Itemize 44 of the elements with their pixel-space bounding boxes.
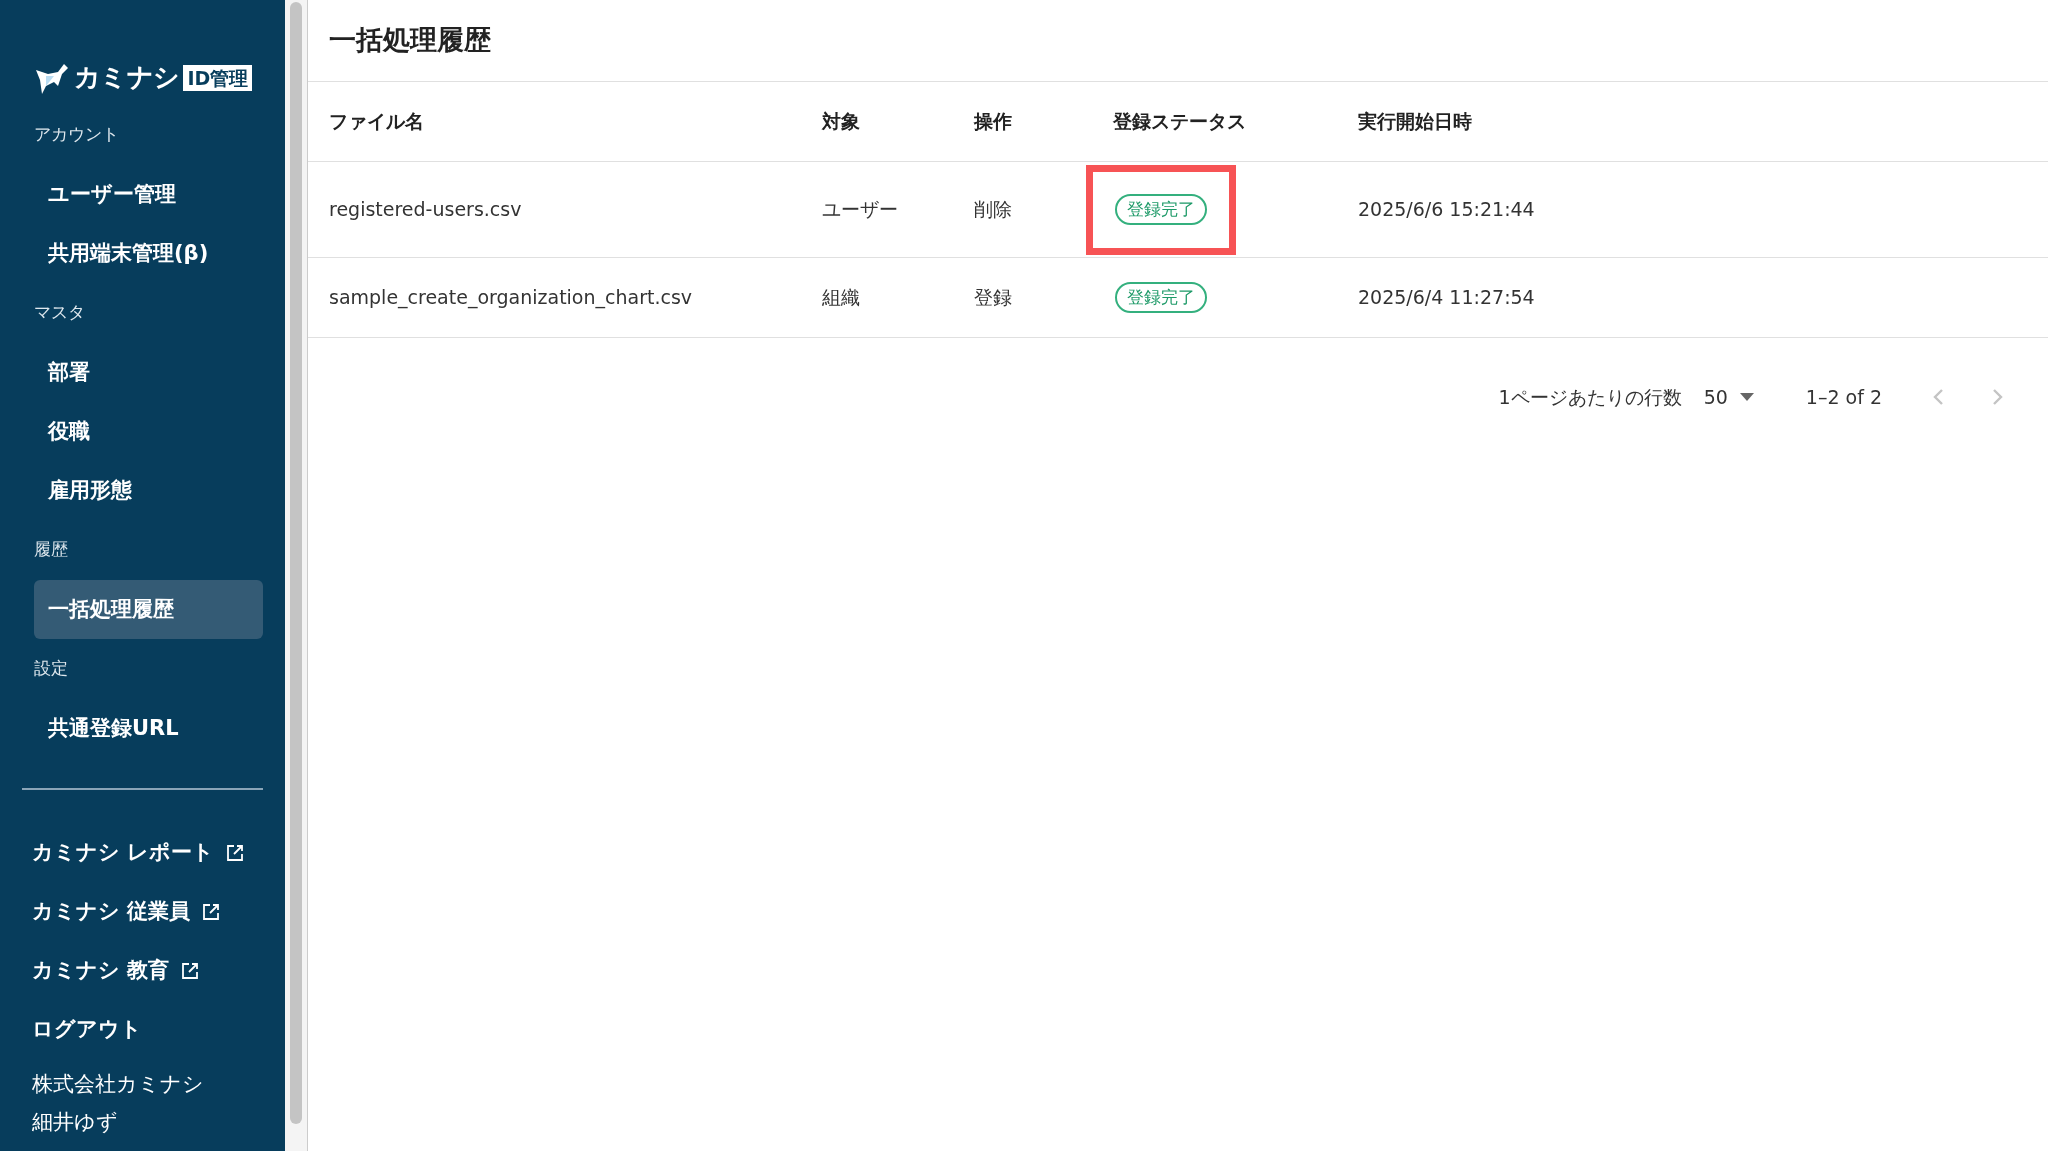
external-link-icon (226, 843, 245, 862)
column-header: 登録ステータス (1113, 109, 1247, 135)
caret-icon (1739, 393, 1754, 401)
nav-link[interactable]: ログアウト (32, 1013, 142, 1046)
column-header: ファイル名 (328, 109, 425, 135)
table-cell-text: sample_create_organization_chart.csv (328, 285, 694, 311)
table-cell-text: ユーザー (822, 197, 899, 223)
page-title: 一括処理履歴 (308, 0, 2048, 82)
logo-badge: ID管理 (183, 64, 253, 91)
nav-link[interactable]: カミナシ 従業員 (32, 895, 221, 928)
chevron-right-icon (1992, 388, 2004, 406)
nav-item[interactable]: 一括処理履歴 (34, 580, 263, 639)
user-name: 細井ゆず (32, 1108, 119, 1136)
table-cell-text: 削除 (974, 197, 1013, 223)
column-header: 対象 (822, 109, 861, 135)
table-cell-text: 2025/6/4 11:27:54 (1358, 285, 1535, 311)
chevron-left-icon (1932, 388, 1944, 406)
section-heading: 設定 (34, 657, 69, 681)
nav-link[interactable]: カミナシ レポート (32, 836, 245, 869)
company-name: 株式会社カミナシ (32, 1071, 205, 1098)
logo-text: カミナシ (74, 61, 180, 94)
nav-item[interactable]: 共通登録URL (34, 699, 263, 758)
status-badge: 登録完了 (1115, 281, 1207, 314)
rows-per-page-select[interactable]: 50 (1703, 382, 1754, 412)
table-cell-text: 2025/6/6 15:21:44 (1358, 197, 1535, 223)
column-header: 実行開始日時 (1358, 109, 1472, 135)
status-badge: 登録完了 (1115, 193, 1207, 226)
nav-item[interactable]: 部署 (34, 343, 263, 402)
external-link-icon (202, 902, 221, 921)
rows-per-page-label: 1ページあたりの行数 (1498, 384, 1682, 410)
nav-item[interactable]: 雇用形態 (34, 461, 263, 520)
nav-item[interactable]: ユーザー管理 (34, 165, 263, 224)
section-heading: マスタ (34, 301, 86, 325)
section-heading: 履歴 (34, 538, 69, 562)
external-link-icon (181, 961, 200, 980)
nav-item[interactable]: 共用端末管理(β) (34, 224, 263, 283)
table-cell-text: registered-users.csv (328, 197, 523, 223)
section-heading: アカウント (34, 123, 120, 147)
page-range: 1–2 of 2 (1805, 384, 1882, 410)
table-cell-text: 登録 (974, 285, 1013, 311)
column-header: 操作 (974, 109, 1013, 135)
nav-link[interactable]: カミナシ 教育 (32, 954, 200, 987)
nav-item[interactable]: 役職 (34, 402, 263, 461)
table-cell-text: 組織 (822, 285, 861, 311)
